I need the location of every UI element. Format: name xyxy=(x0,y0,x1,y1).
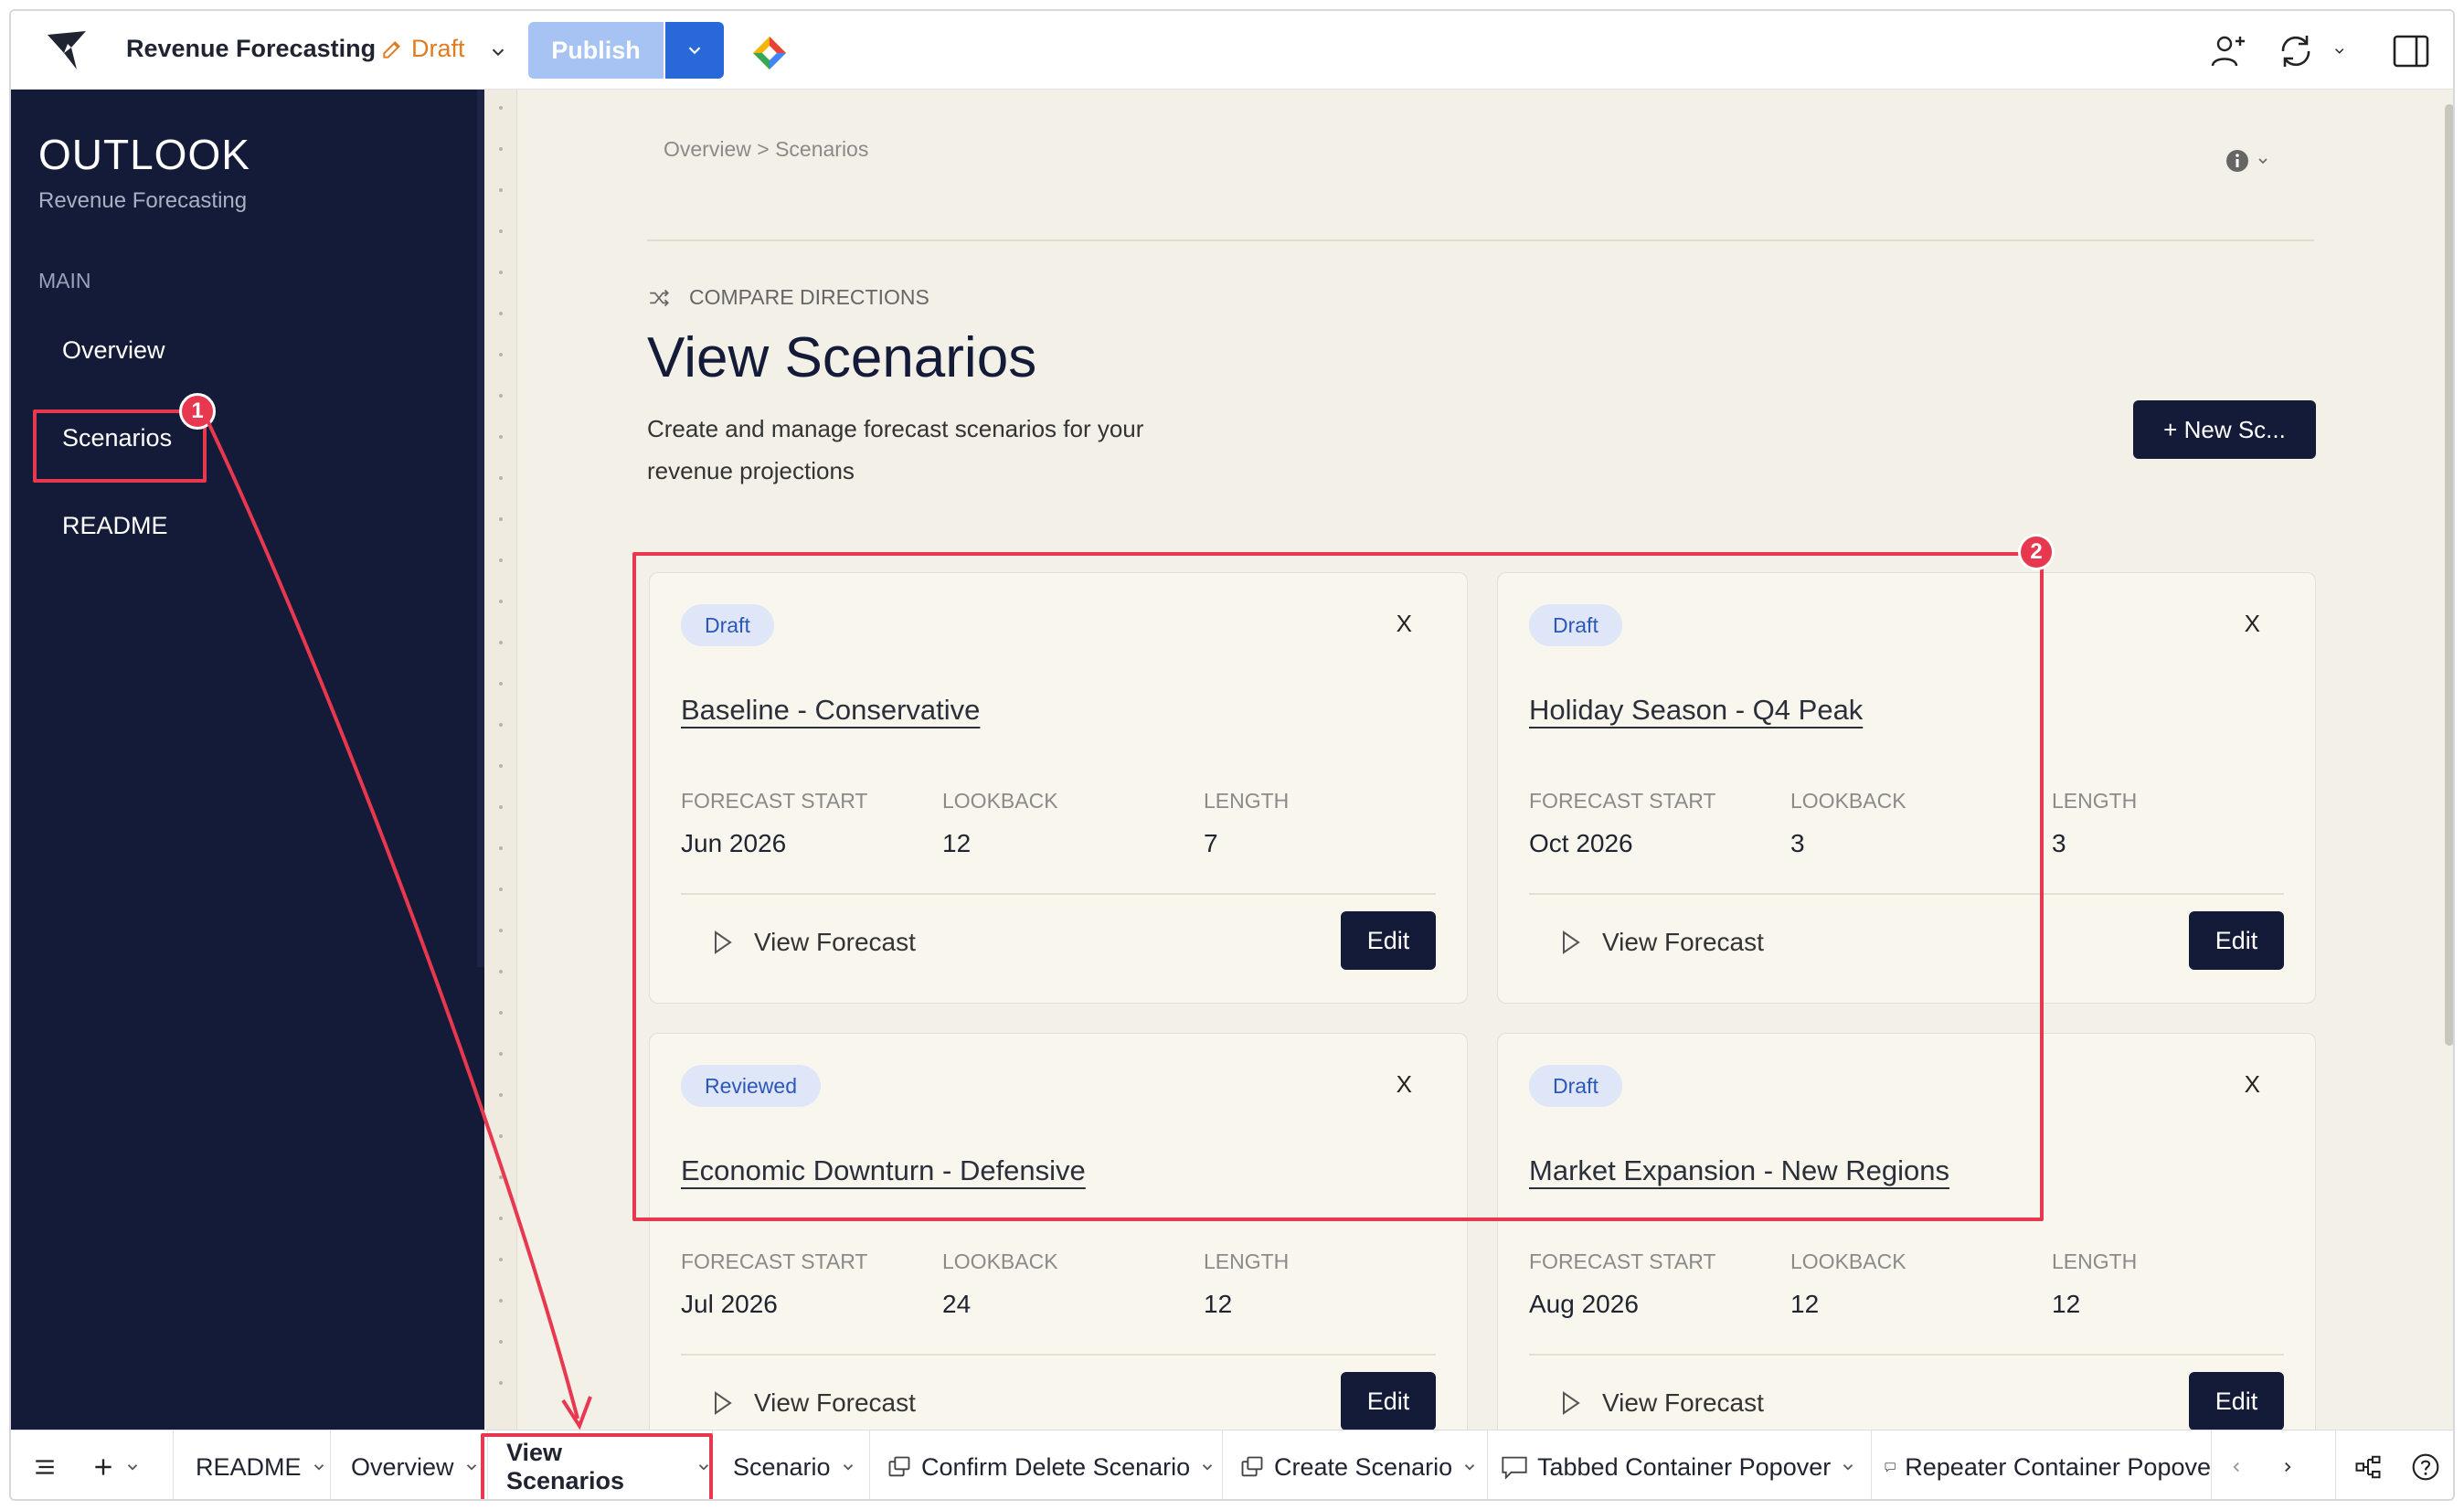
annotation-arrow xyxy=(205,418,592,1430)
app-root: Revenue Forecasting Draft Publish OUTLOO… xyxy=(0,0,2464,1510)
window-frame: Revenue Forecasting Draft Publish OUTLOO… xyxy=(9,9,2455,1501)
